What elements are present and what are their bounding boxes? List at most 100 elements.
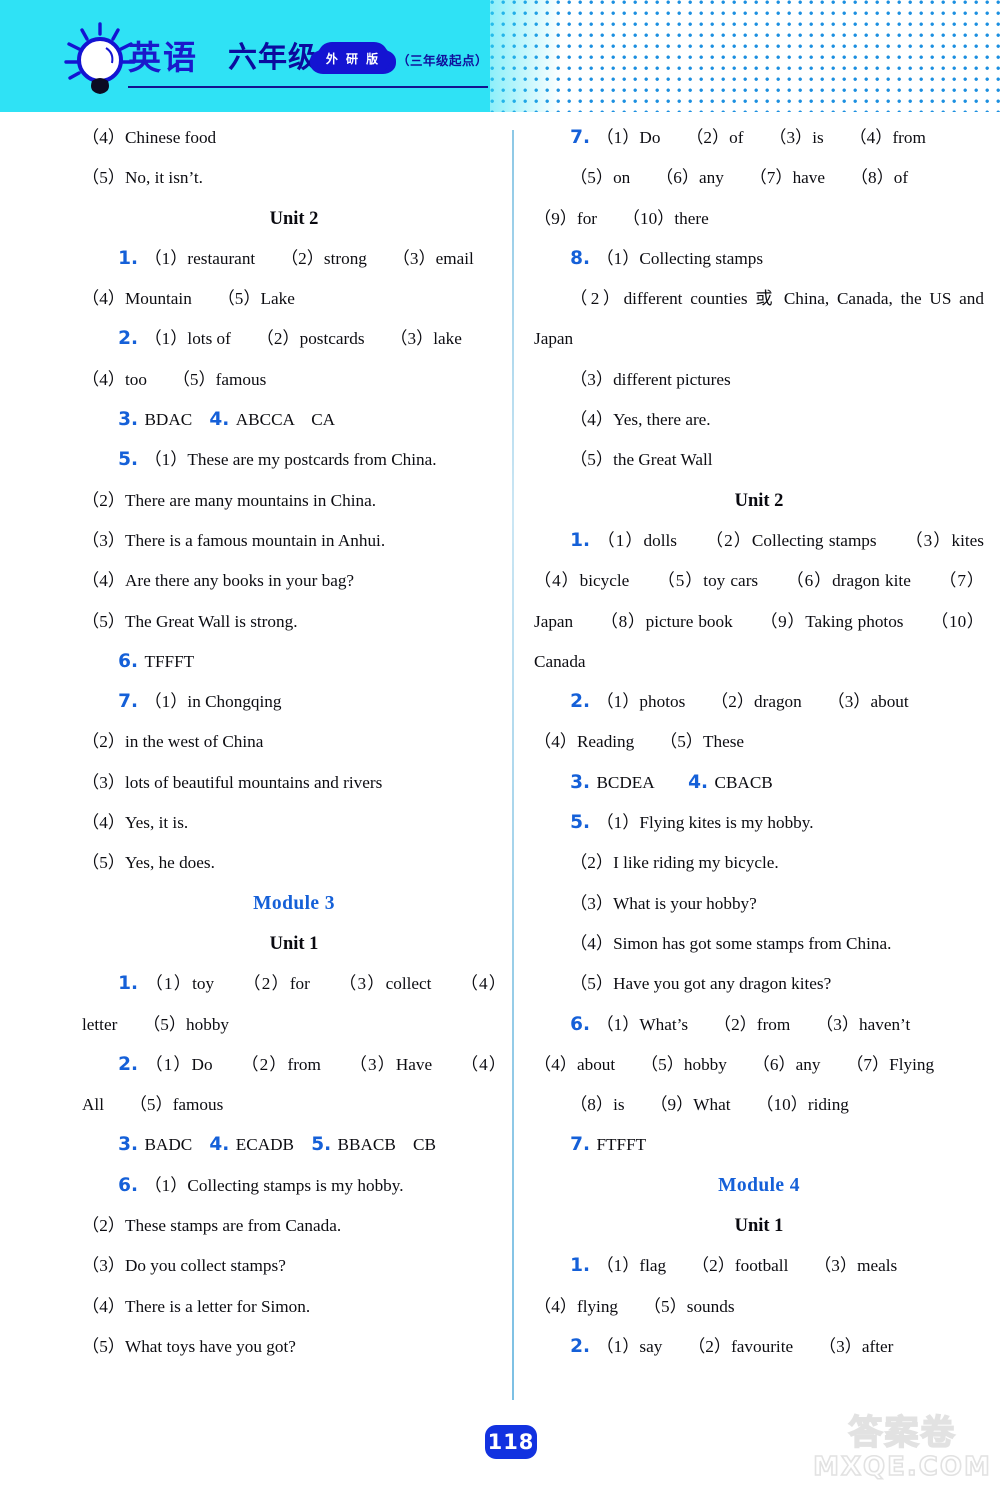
answer-number: 4. — [209, 409, 236, 431]
unit-heading: Unit 2 — [269, 208, 319, 229]
answer-line: （4）Yes, there are. — [534, 400, 984, 440]
answer-number: 5. — [311, 1134, 338, 1156]
answer-number: 3. — [118, 409, 145, 431]
answer-text: （1）Do （2）of （3）is （4）from — [596, 128, 926, 147]
answer-line: 3. BADC 4. ECADB 5. BBACB CB — [82, 1125, 506, 1165]
answer-text: （4）Chinese food — [82, 128, 217, 147]
answer-line: （4）about （5）hobby （6）any （7）Flying — [534, 1045, 984, 1085]
answer-text: （1）in Chongqing — [144, 692, 282, 712]
answer-text: （1）photos （2）dragon （3）about — [596, 692, 909, 712]
answer-text: （3）Do you collect stamps? — [82, 1256, 286, 1276]
answer-number: 2. — [118, 328, 145, 350]
answer-number: 6. — [118, 650, 145, 672]
answer-text: （1）lots of （2）postcards （3）lake — [144, 329, 462, 349]
answer-line: 6. （1）What’s （2）from （3）haven’t — [534, 1005, 984, 1045]
answer-text: （5）No, it isn’t. — [82, 168, 203, 188]
answer-text: （8）is （9）What （10）riding — [570, 1095, 849, 1115]
answer-number: 7. — [118, 691, 145, 713]
answer-number: 4. — [688, 771, 715, 793]
left-answer-column: （4）Chinese food （5）No, it isn’t. Unit 2 1. … — [82, 118, 506, 1367]
answer-line: （3）different pictures — [534, 360, 984, 400]
answer-line: （4）Yes, it is. — [82, 803, 506, 843]
answer-text: （5）the Great Wall — [570, 450, 713, 470]
answer-text: （1）say （2）favourite （3）after — [596, 1336, 894, 1356]
answer-line: （4）Simon has got some stamps from China. — [534, 924, 984, 964]
answer-text: （5）What toys have you got? — [82, 1336, 296, 1356]
answer-text: （1）Do （2）from （3）Have （4）All （5）famous — [82, 1054, 506, 1115]
unit-heading: Unit 1 — [269, 933, 319, 954]
answer-text: （5）The Great Wall is strong. — [82, 611, 298, 631]
answer-line: （2）I like riding my bicycle. — [534, 843, 984, 883]
answer-text: （4）flying （5）sounds — [534, 1296, 735, 1316]
answer-text: （4）too （5）famous — [82, 369, 267, 389]
answer-line: （2）There are many mountains in China. — [82, 481, 506, 521]
answer-text: FTFFT — [596, 1135, 647, 1155]
answer-line: （3）Do you collect stamps? — [82, 1246, 506, 1286]
answer-text: （2）different counties 或 China, Canada, t… — [534, 289, 984, 349]
unit-heading: Unit 2 — [734, 490, 784, 511]
answer-number: 5. — [118, 449, 145, 471]
answer-text: （9）for （10）there — [534, 208, 709, 228]
answer-text: （4）There is a letter for Simon. — [82, 1296, 311, 1316]
answer-text: ABCCA CA — [235, 410, 336, 430]
right-answer-column: 7. （1）Do （2）of （3）is （4）from （5）on （6）any… — [534, 118, 1000, 1367]
answer-line: 5. （1）These are my postcards from China. — [82, 440, 506, 480]
subject-title: 英语 — [128, 38, 198, 77]
module-heading: Module 4 — [718, 1174, 800, 1196]
answer-line: 5. （1）Flying kites is my hobby. — [534, 803, 984, 843]
watermark: 答案卷 MXQE.COM — [810, 1413, 995, 1483]
answer-line: （3）What is your hobby? — [534, 884, 984, 924]
answer-text: （4）Yes, it is. — [82, 813, 189, 833]
answer-number: 6. — [570, 1013, 597, 1035]
page-header: 英语 六年级上 外 研 版 （三年级起点） — [0, 0, 1000, 118]
answer-text: （4）Yes, there are. — [570, 410, 711, 430]
answer-line: （4）Are there any books in your bag? — [82, 561, 506, 601]
answer-line: 2. （1）Do （2）from （3）Have （4）All （5）famou… — [82, 1045, 506, 1126]
answer-line: 2. （1）photos （2）dragon （3）about — [534, 682, 984, 722]
lightbulb-icon — [64, 22, 136, 94]
answer-line: （5）What toys have you got? — [82, 1327, 506, 1367]
answer-line: （5）the Great Wall — [534, 440, 984, 480]
answer-key-body: （4）Chinese food （5）No, it isn’t. Unit 2 1. … — [0, 118, 1000, 1408]
answer-line: 1. （1）flag （2）football （3）meals — [534, 1246, 984, 1286]
answer-text: （1）restaurant （2）strong （3）email — [144, 248, 474, 268]
page-number-badge: 118 — [485, 1425, 537, 1459]
answer-line: （5）No, it isn’t. — [82, 158, 506, 198]
answer-text: （3）There is a famous mountain in Anhui. — [82, 530, 386, 550]
answer-line: （2）These stamps are from Canada. — [82, 1206, 506, 1246]
unit-heading: Unit 1 — [734, 1216, 784, 1237]
answer-line: （4）Reading （5）These — [534, 722, 984, 762]
answer-number: 2. — [570, 691, 597, 713]
answer-number: 2. — [118, 1053, 146, 1075]
answer-text: （1）What’s （2）from （3）haven’t — [596, 1014, 911, 1034]
answer-line: 6. （1）Collecting stamps is my hobby. — [82, 1166, 506, 1206]
answer-text: （5）on （6）any （7）have （8）of — [570, 168, 909, 188]
answer-line: （5）Yes, he does. — [82, 843, 506, 883]
answer-line: 1. （1）toy （2）for （3）collect （4）letter （5… — [82, 964, 506, 1045]
answer-text: （1）These are my postcards from China. — [144, 450, 437, 470]
answer-line: 8. （1）Collecting stamps — [534, 239, 984, 279]
answer-line: 1. （1）dolls （2）Collecting stamps （3）kite… — [534, 521, 1000, 682]
module-heading: Module 3 — [253, 892, 335, 914]
answer-text: （4）Simon has got some stamps from China. — [570, 933, 892, 953]
answer-number: 1. — [570, 529, 598, 551]
answer-line: 7. （1）Do （2）of （3）is （4）from — [534, 118, 984, 158]
answer-line: 1. （1）restaurant （2）strong （3）email — [82, 239, 506, 279]
header-halftone-pattern — [490, 0, 1000, 112]
answer-line: （3）There is a famous mountain in Anhui. — [82, 521, 506, 561]
answer-text: （4）Reading （5）These — [534, 732, 745, 752]
answer-number: 6. — [118, 1174, 145, 1196]
answer-line: （4）There is a letter for Simon. — [82, 1287, 506, 1327]
answer-line: （9）for （10）there — [534, 199, 984, 239]
answer-number: 1. — [118, 247, 145, 269]
answer-line: 2. （1）say （2）favourite （3）after — [534, 1327, 984, 1367]
answer-text: （4）Mountain （5）Lake — [82, 289, 295, 309]
answer-text: （1）flag （2）football （3）meals — [596, 1256, 898, 1276]
answer-text: （1）Flying kites is my hobby. — [596, 813, 814, 833]
answer-line: （2）different counties 或 China, Canada, t… — [534, 279, 984, 360]
answer-line: （5）Have you got any dragon kites? — [534, 964, 984, 1004]
answer-line: 2. （1）lots of （2）postcards （3）lake — [82, 319, 506, 359]
answer-number: 2. — [570, 1335, 597, 1357]
answer-line: （5）on （6）any （7）have （8）of — [534, 158, 984, 198]
answer-text: （3）different pictures — [570, 369, 731, 389]
